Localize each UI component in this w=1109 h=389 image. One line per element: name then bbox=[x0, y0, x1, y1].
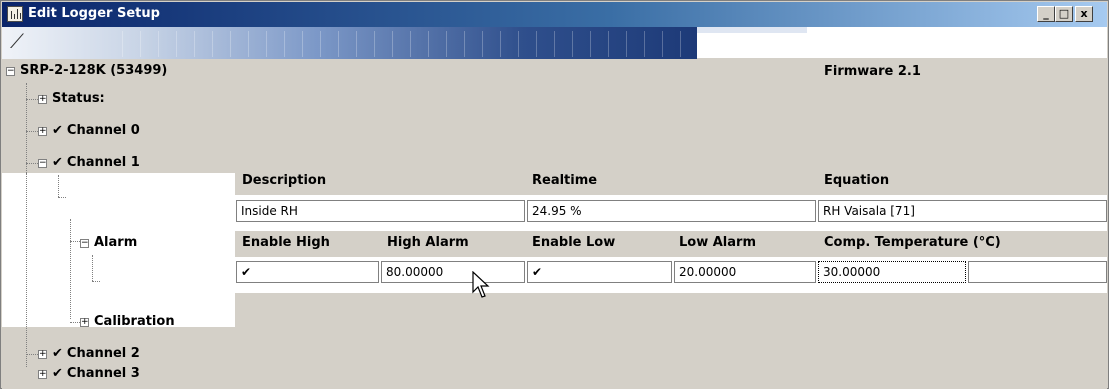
title-bar[interactable]: Edit Logger Setup _ □ x bbox=[2, 2, 1107, 27]
enable-low-header: Enable Low bbox=[532, 235, 616, 250]
channel-2-node[interactable]: + ✔ Channel 2 bbox=[38, 344, 140, 364]
low-alarm-field[interactable]: 20.00000 bbox=[674, 261, 816, 283]
close-button[interactable]: x bbox=[1075, 6, 1093, 22]
status-label: Status: bbox=[52, 91, 105, 106]
minimize-button[interactable]: _ bbox=[1037, 6, 1055, 22]
firmware-label: Firmware 2.1 bbox=[824, 64, 921, 79]
logger-tree-grid: − SRP-2-128K (53499) Firmware 2.1 + Status… bbox=[2, 59, 1107, 389]
low-alarm-header: Low Alarm bbox=[679, 235, 756, 250]
channel-0-label: Channel 0 bbox=[66, 123, 140, 138]
calibration-label: Calibration bbox=[94, 314, 175, 329]
calibration-node[interactable]: + Calibration bbox=[80, 312, 175, 332]
high-alarm-header: High Alarm bbox=[387, 235, 469, 250]
description-header: Description bbox=[242, 173, 327, 188]
enable-high-checkbox[interactable]: ✔ bbox=[236, 261, 379, 283]
equation-field[interactable]: RH Vaisala [71] bbox=[818, 200, 1107, 222]
banner-white-area bbox=[697, 27, 1107, 59]
alarm-node[interactable]: − Alarm bbox=[80, 233, 137, 253]
collapse-icon[interactable]: − bbox=[6, 67, 15, 76]
channel-0-node[interactable]: + ✔ Channel 0 bbox=[38, 121, 140, 141]
collapse-icon[interactable]: − bbox=[80, 239, 89, 248]
channel-1-checkbox[interactable]: ✔ bbox=[52, 153, 63, 173]
expand-icon[interactable]: + bbox=[38, 370, 47, 379]
high-alarm-field[interactable]: 80.00000 bbox=[381, 261, 525, 283]
channel-2-checkbox[interactable]: ✔ bbox=[52, 344, 63, 364]
expand-icon[interactable]: + bbox=[38, 95, 47, 104]
banner: ⟋ bbox=[2, 27, 1107, 59]
app-icon bbox=[7, 6, 23, 22]
description-field[interactable]: Inside RH bbox=[236, 200, 525, 222]
empty-cell bbox=[968, 261, 1107, 283]
mouse-cursor-icon bbox=[472, 271, 490, 298]
maximize-button[interactable]: □ bbox=[1055, 6, 1073, 22]
channel-1-node[interactable]: − ✔ Channel 1 bbox=[38, 153, 140, 173]
enable-low-checkbox[interactable]: ✔ bbox=[527, 261, 672, 283]
expand-icon[interactable]: + bbox=[38, 127, 47, 136]
channel-3-label: Channel 3 bbox=[66, 366, 140, 381]
device-node[interactable]: − SRP-2-128K (53499) bbox=[6, 61, 167, 81]
device-name: SRP-2-128K (53499) bbox=[20, 63, 168, 78]
collapse-icon[interactable]: − bbox=[38, 159, 47, 168]
enable-high-header: Enable High bbox=[242, 235, 330, 250]
channel-3-node[interactable]: + ✔ Channel 3 bbox=[38, 364, 140, 384]
alarm-label: Alarm bbox=[94, 235, 138, 250]
channel-1-label: Channel 1 bbox=[66, 155, 140, 170]
edit-logger-setup-window: Edit Logger Setup _ □ x ⟋ − SRP-2-128K (5… bbox=[0, 0, 1109, 389]
channel-3-checkbox[interactable]: ✔ bbox=[52, 364, 63, 384]
expand-icon[interactable]: + bbox=[80, 318, 89, 327]
comp-temperature-field[interactable]: 30.00000 bbox=[818, 261, 966, 283]
status-node[interactable]: + Status: bbox=[38, 89, 105, 109]
realtime-header: Realtime bbox=[532, 173, 598, 188]
expand-icon[interactable]: + bbox=[38, 350, 47, 359]
realtime-field: 24.95 % bbox=[527, 200, 816, 222]
banner-image: ⟋ bbox=[2, 27, 697, 59]
window-title: Edit Logger Setup bbox=[28, 6, 160, 21]
channel-2-label: Channel 2 bbox=[66, 346, 140, 361]
channel-0-checkbox[interactable]: ✔ bbox=[52, 121, 63, 141]
equation-header: Equation bbox=[824, 173, 890, 188]
comp-temperature-header: Comp. Temperature (°C) bbox=[824, 235, 1001, 250]
